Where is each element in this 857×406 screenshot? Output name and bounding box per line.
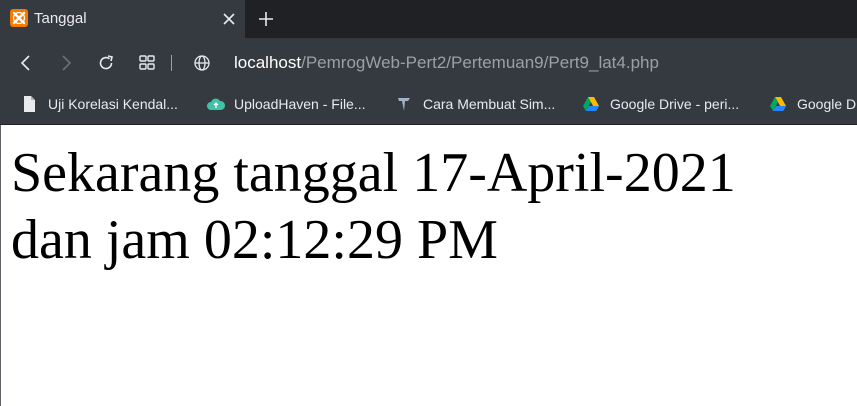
bookmark-item[interactable]: Uji Korelasi Kendal...	[20, 94, 178, 114]
google-drive-icon	[582, 95, 600, 113]
page-content: Sekarang tanggal 17-April-2021 dan jam 02…	[11, 140, 736, 274]
bookmark-label: Uji Korelasi Kendal...	[48, 96, 178, 112]
brand-icon	[395, 95, 413, 113]
close-tab-icon[interactable]	[220, 10, 238, 28]
bookmark-label: UploadHaven - File...	[234, 96, 366, 112]
bookmark-item[interactable]: UploadHaven - File...	[206, 94, 366, 114]
url-host: localhost	[234, 53, 302, 72]
xampp-logo-icon	[10, 9, 28, 27]
address-bar[interactable]: localhost/PemrogWeb-Pert2/Pertemuan9/Per…	[234, 53, 659, 73]
time-text: dan jam 02:12:29 PM	[11, 209, 498, 271]
url-path: /PemrogWeb-Pert2/Pertemuan9/Pert9_lat4.p…	[301, 53, 659, 72]
bookmark-item[interactable]: Cara Membuat Sim...	[395, 94, 555, 114]
cloud-upload-icon	[206, 95, 226, 113]
reload-icon[interactable]	[96, 53, 116, 73]
toolbar-separator	[171, 55, 172, 71]
bookmark-label: Google Drive - peri...	[610, 96, 740, 112]
bookmark-label: Cara Membuat Sim...	[423, 96, 556, 112]
forward-icon[interactable]	[56, 53, 76, 73]
date-text: Sekarang tanggal 17-April-2021	[11, 142, 736, 204]
page-left-edge	[0, 125, 1, 406]
new-tab-icon[interactable]	[256, 9, 276, 29]
back-icon[interactable]	[16, 53, 36, 73]
bookmark-item[interactable]: Google Drive - peri...	[582, 94, 739, 114]
tab-title: Tanggal	[34, 10, 87, 27]
browser-tab[interactable]: Tanggal	[0, 0, 245, 38]
speed-dial-icon[interactable]	[137, 53, 157, 73]
globe-icon[interactable]	[192, 53, 212, 73]
bookmark-item[interactable]: Google D	[769, 94, 856, 114]
document-icon	[20, 95, 38, 113]
google-drive-icon	[769, 95, 787, 113]
bookmark-label: Google D	[797, 96, 857, 112]
